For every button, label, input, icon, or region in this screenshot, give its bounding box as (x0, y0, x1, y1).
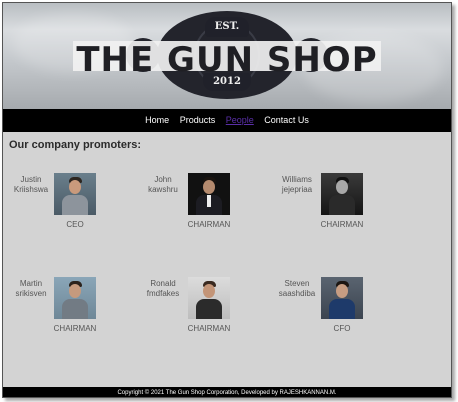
established-badge: EST. (205, 17, 249, 37)
nav-people-link[interactable]: People (226, 109, 254, 132)
nav-contact-link[interactable]: Contact Us (264, 109, 309, 132)
person-role: CHAIRMAN (187, 220, 231, 229)
header-banner: EST. THE GUN SHOP 2012 (3, 3, 451, 109)
person-name: John kawshru (148, 175, 178, 194)
person-name: Williams jejepriaa (281, 175, 313, 194)
nav-products-link[interactable]: Products (180, 109, 216, 132)
page-frame: EST. THE GUN SHOP 2012 Home Products Peo… (2, 2, 452, 398)
person-name: Steven saashdiba (278, 279, 316, 298)
person-role: CHAIRMAN (320, 220, 364, 229)
person-name: Justin Kriishswa (13, 175, 49, 194)
person-photo (54, 173, 96, 215)
section-heading: Our company promoters: (9, 139, 142, 151)
nav-home-link[interactable]: Home (145, 109, 169, 132)
person-photo (188, 173, 230, 215)
year-badge: 2012 (203, 73, 251, 91)
person-photo (321, 277, 363, 319)
person-role: CFO (333, 324, 351, 333)
person-photo (188, 277, 230, 319)
footer-copyright: Copyright © 2021 The Gun Shop Corporatio… (3, 387, 451, 397)
person-photo (54, 277, 96, 319)
person-role: CEO (66, 220, 84, 229)
person-name: Martin srikisven (15, 279, 47, 298)
person-role: CHAIRMAN (187, 324, 231, 333)
person-name: Ronald fmdfakes (146, 279, 180, 298)
person-photo (321, 173, 363, 215)
person-role: CHAIRMAN (53, 324, 97, 333)
gun-shop-logo: EST. THE GUN SHOP 2012 (3, 3, 451, 109)
main-nav: Home Products People Contact Us (3, 109, 451, 132)
